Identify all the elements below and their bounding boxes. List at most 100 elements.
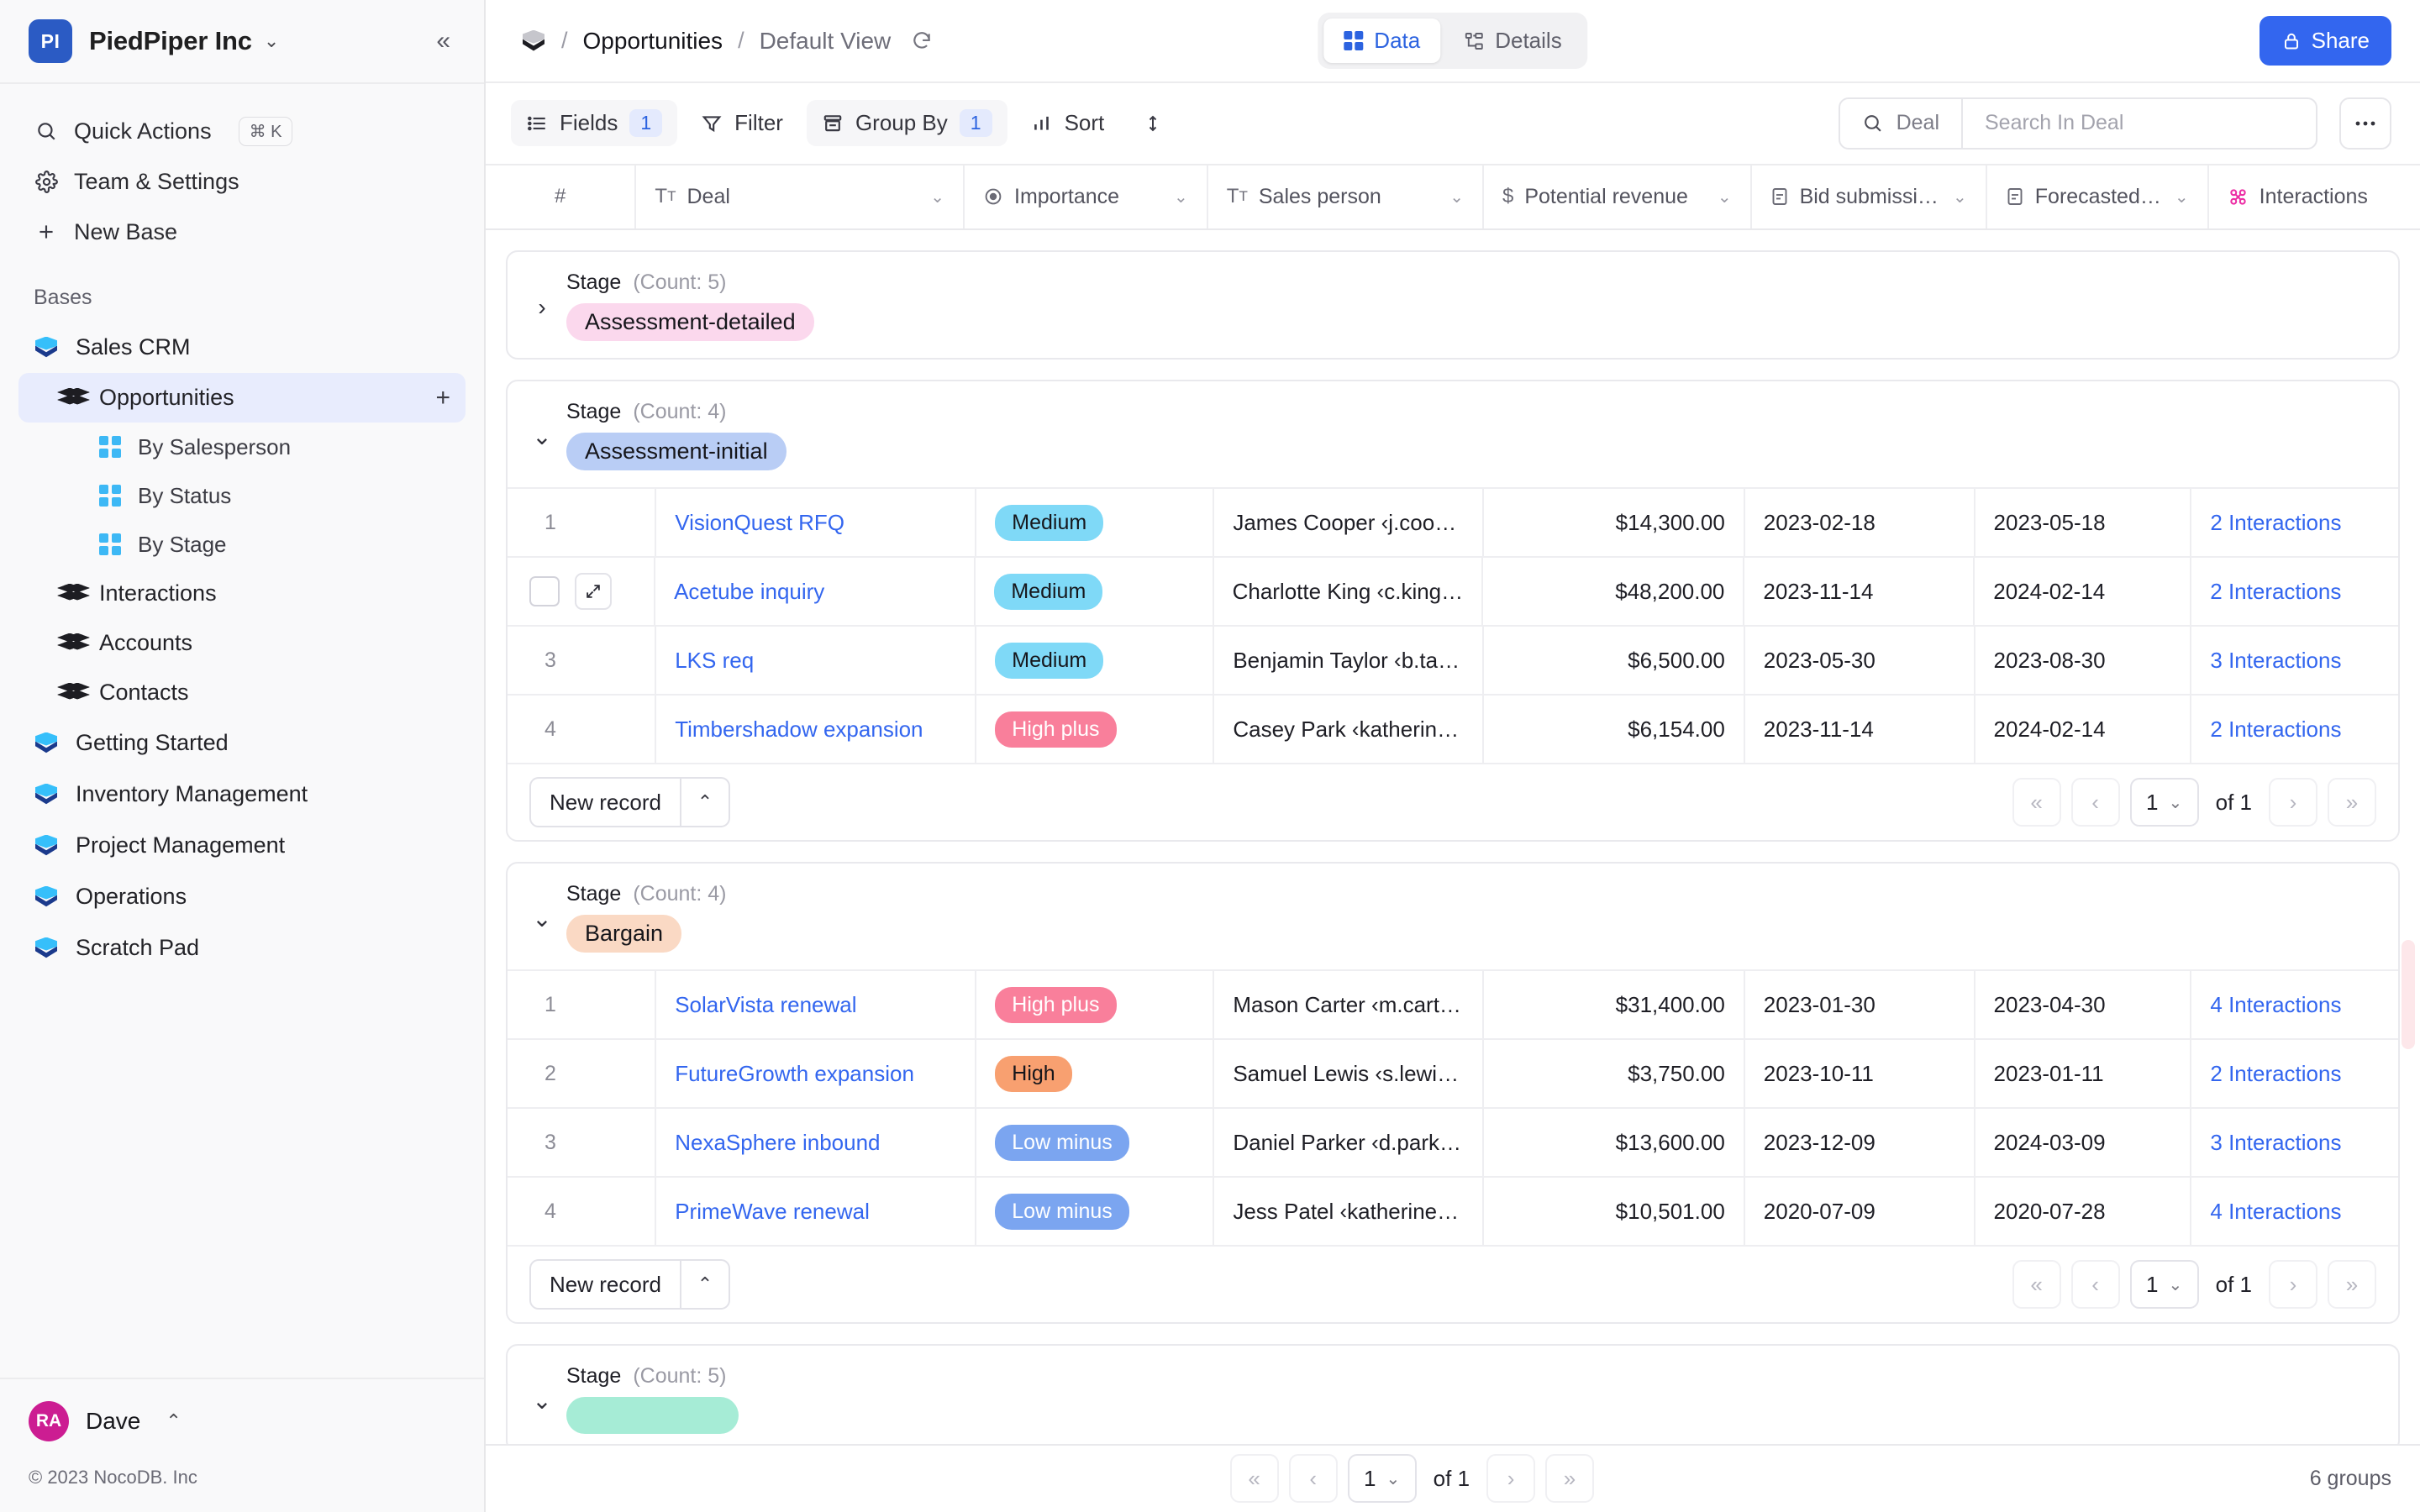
cell-interactions[interactable]: 2 Interactions: [2191, 489, 2398, 556]
table-row[interactable]: 1 VisionQuest RFQ Medium James Cooper ‹j…: [508, 487, 2398, 556]
group-header[interactable]: ⌄ Stage (Count: 4) Assessment-initial: [508, 381, 2398, 487]
column-header-bid-submission[interactable]: Bid submissi… ⌄: [1752, 165, 1987, 228]
breadcrumb-view[interactable]: Default View: [760, 28, 892, 55]
cell-sales-person[interactable]: Samuel Lewis ‹s.lewis…: [1214, 1040, 1483, 1107]
new-record-button[interactable]: New record ⌃: [529, 777, 730, 827]
cell-bid-date[interactable]: 2023-11-14: [1745, 696, 1975, 763]
sidebar-base-getting-started[interactable]: Getting Started: [18, 717, 466, 769]
row-height-button[interactable]: [1128, 103, 1178, 144]
table-row[interactable]: 4 PrimeWave renewal Low minus Jess Patel…: [508, 1176, 2398, 1245]
next-page-button[interactable]: ›: [1486, 1454, 1535, 1503]
group-header[interactable]: ⌄ Stage (Count: 5): [508, 1346, 2398, 1444]
search-input[interactable]: [1963, 99, 2316, 148]
reload-icon[interactable]: [911, 30, 933, 52]
cell-bid-date[interactable]: 2020-07-09: [1745, 1178, 1975, 1245]
cell-deal[interactable]: Acetube inquiry: [655, 558, 976, 625]
group-by-button[interactable]: Group By 1: [807, 100, 1007, 146]
cell-forecast-date[interactable]: 2020-07-28: [1975, 1178, 2192, 1245]
cell-interactions[interactable]: 2 Interactions: [2191, 558, 2398, 625]
group-header[interactable]: ⌄ Stage (Count: 4) Bargain: [508, 864, 2398, 969]
chevron-down-icon[interactable]: ⌄: [1174, 186, 1188, 207]
page-selector[interactable]: 1 ⌄: [1348, 1454, 1417, 1503]
cell-deal[interactable]: Timbershadow expansion: [656, 696, 976, 763]
cell-deal[interactable]: SolarVista renewal: [656, 971, 976, 1038]
table-row[interactable]: 4 Timbershadow expansion High plus Casey…: [508, 694, 2398, 763]
chevron-down-icon[interactable]: ⌄: [264, 30, 279, 52]
cell-forecast-date[interactable]: 2024-03-09: [1975, 1109, 2192, 1176]
grid-body[interactable]: › Stage (Count: 5) Assessment-detailed ⌄: [486, 230, 2420, 1444]
cell-forecast-date[interactable]: 2024-02-14: [1975, 558, 2191, 625]
first-page-button[interactable]: «: [2012, 778, 2061, 827]
cell-deal[interactable]: LKS req: [656, 627, 976, 694]
row-number-hover-controls[interactable]: [508, 558, 655, 625]
cell-forecast-date[interactable]: 2023-04-30: [1975, 971, 2192, 1038]
cell-revenue[interactable]: $48,200.00: [1483, 558, 1744, 625]
breadcrumb-table[interactable]: Opportunities: [583, 28, 723, 55]
cell-sales-person[interactable]: Jess Patel ‹katherine…: [1214, 1178, 1483, 1245]
user-menu[interactable]: RA Dave ⌃: [29, 1401, 455, 1441]
cell-revenue[interactable]: $31,400.00: [1484, 971, 1745, 1038]
cell-revenue[interactable]: $14,300.00: [1484, 489, 1745, 556]
column-header-deal[interactable]: TT Deal ⌄: [636, 165, 965, 228]
chevron-down-icon[interactable]: ⌄: [526, 425, 558, 449]
first-page-button[interactable]: «: [2012, 1260, 2061, 1309]
cell-bid-date[interactable]: 2023-01-30: [1745, 971, 1975, 1038]
sidebar-table-contacts[interactable]: Contacts: [18, 668, 466, 717]
table-row[interactable]: 3 NexaSphere inbound Low minus Daniel Pa…: [508, 1107, 2398, 1176]
column-header-potential-revenue[interactable]: $ Potential revenue ⌄: [1484, 165, 1752, 228]
chevron-down-icon[interactable]: ⌄: [1718, 186, 1732, 207]
page-selector[interactable]: 1 ⌄: [2130, 1260, 2199, 1309]
chevron-down-icon[interactable]: ⌄: [930, 186, 944, 207]
first-page-button[interactable]: «: [1230, 1454, 1279, 1503]
cell-revenue[interactable]: $3,750.00: [1484, 1040, 1745, 1107]
table-row[interactable]: Acetube inquiry Medium Charlotte King ‹c…: [508, 556, 2398, 625]
cell-revenue[interactable]: $6,500.00: [1484, 627, 1745, 694]
collapse-sidebar-icon[interactable]: «: [431, 24, 455, 59]
filter-button[interactable]: Filter: [686, 101, 798, 145]
more-options-button[interactable]: [2339, 97, 2391, 150]
cell-sales-person[interactable]: Charlotte King ‹c.king…: [1214, 558, 1484, 625]
cell-deal[interactable]: FutureGrowth expansion: [656, 1040, 976, 1107]
new-record-button[interactable]: New record ⌃: [529, 1259, 730, 1310]
next-page-button[interactable]: ›: [2269, 1260, 2317, 1309]
chevron-down-icon[interactable]: ⌄: [1449, 186, 1464, 207]
cell-sales-person[interactable]: Casey Park ‹katherine…: [1214, 696, 1483, 763]
cell-importance[interactable]: High plus: [976, 971, 1214, 1038]
sidebar-base-sales-crm[interactable]: Sales CRM: [18, 322, 466, 373]
cell-bid-date[interactable]: 2023-05-30: [1745, 627, 1975, 694]
cell-importance[interactable]: Medium: [976, 558, 1213, 625]
cell-forecast-date[interactable]: 2023-05-18: [1975, 489, 2192, 556]
chevron-up-icon[interactable]: ⌃: [680, 779, 729, 826]
cell-bid-date[interactable]: 2023-10-11: [1745, 1040, 1975, 1107]
add-view-icon[interactable]: +: [435, 386, 450, 411]
cell-forecast-date[interactable]: 2023-08-30: [1975, 627, 2192, 694]
cell-importance[interactable]: Medium: [976, 489, 1214, 556]
cell-importance[interactable]: Medium: [976, 627, 1214, 694]
chevron-up-icon[interactable]: ⌃: [680, 1261, 729, 1308]
sidebar-item-quick-actions[interactable]: Quick Actions ⌘ K: [18, 106, 466, 156]
prev-page-button[interactable]: ‹: [2071, 778, 2120, 827]
chevron-right-icon[interactable]: ›: [526, 296, 558, 319]
tab-data[interactable]: Data: [1323, 18, 1440, 63]
cell-interactions[interactable]: 3 Interactions: [2191, 1109, 2398, 1176]
table-row[interactable]: 2 FutureGrowth expansion High Samuel Lew…: [508, 1038, 2398, 1107]
table-row[interactable]: 3 LKS req Medium Benjamin Taylor ‹b.tay……: [508, 625, 2398, 694]
cell-forecast-date[interactable]: 2023-01-11: [1975, 1040, 2192, 1107]
cell-interactions[interactable]: 3 Interactions: [2191, 627, 2398, 694]
sidebar-item-new-base[interactable]: New Base: [18, 207, 466, 257]
prev-page-button[interactable]: ‹: [1289, 1454, 1338, 1503]
cell-importance[interactable]: High: [976, 1040, 1214, 1107]
sidebar-base-scratch-pad[interactable]: Scratch Pad: [18, 922, 466, 974]
column-header-importance[interactable]: Importance ⌄: [965, 165, 1208, 228]
sidebar-view-by-stage[interactable]: By Stage: [18, 520, 466, 569]
last-page-button[interactable]: »: [2328, 1260, 2376, 1309]
cell-sales-person[interactable]: Benjamin Taylor ‹b.tay…: [1214, 627, 1483, 694]
sidebar-view-by-status[interactable]: By Status: [18, 471, 466, 520]
cell-importance[interactable]: Low minus: [976, 1109, 1214, 1176]
sidebar-table-accounts[interactable]: Accounts: [18, 618, 466, 668]
sort-button[interactable]: Sort: [1016, 101, 1120, 145]
chevron-down-icon[interactable]: ⌄: [526, 1389, 558, 1413]
cell-sales-person[interactable]: Daniel Parker ‹d.parke…: [1214, 1109, 1483, 1176]
sidebar-item-team-settings[interactable]: Team & Settings: [18, 156, 466, 207]
workspace-header[interactable]: PI PiedPiper Inc ⌄ «: [0, 0, 484, 84]
